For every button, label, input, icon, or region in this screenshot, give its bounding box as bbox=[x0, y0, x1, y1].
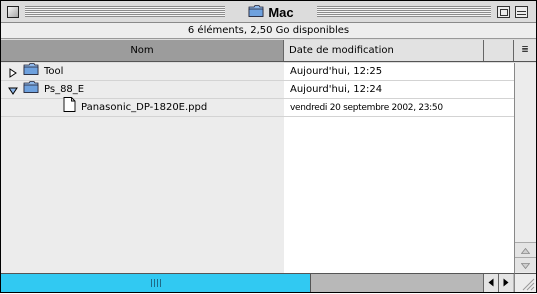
arrow-left-icon bbox=[488, 277, 494, 290]
sort-direction-button[interactable]: ≣ bbox=[514, 40, 536, 61]
scroll-right-button[interactable] bbox=[498, 274, 513, 292]
column-header-bar: Nom Date de modification ≣ bbox=[1, 40, 536, 62]
grip-icon bbox=[150, 279, 161, 287]
resize-grip[interactable] bbox=[514, 273, 536, 292]
column-header-name[interactable]: Nom bbox=[1, 40, 284, 61]
title-bar[interactable]: Mac bbox=[1, 1, 536, 23]
list-item[interactable]: Panasonic_DP-1820E.ppd vendredi 20 septe… bbox=[1, 97, 514, 119]
list-item-name: Panasonic_DP-1820E.ppd bbox=[81, 102, 208, 113]
list-item-name-cell: Tool bbox=[8, 62, 64, 81]
column-header-extra[interactable] bbox=[484, 40, 514, 61]
column-header-date[interactable]: Date de modification bbox=[284, 40, 484, 61]
finder-window: Mac 6 éléments, 2,50 Go disponibles Nom … bbox=[0, 0, 537, 293]
triangle-right-icon[interactable] bbox=[8, 67, 18, 78]
folder-icon bbox=[23, 80, 39, 101]
vertical-scrollbar[interactable] bbox=[514, 63, 536, 273]
arrow-up-icon bbox=[520, 244, 531, 257]
list-item-date: Aujourd'hui, 12:25 bbox=[290, 66, 383, 77]
document-icon bbox=[63, 97, 76, 119]
window-title: Mac bbox=[268, 4, 294, 20]
arrow-right-icon bbox=[503, 277, 509, 290]
zoom-box-button[interactable] bbox=[497, 6, 510, 18]
list-item-name-cell: Panasonic_DP-1820E.ppd bbox=[63, 97, 208, 119]
arrow-down-icon bbox=[520, 259, 531, 272]
folder-icon bbox=[248, 4, 264, 21]
horizontal-scrollbar[interactable] bbox=[1, 273, 514, 292]
list-item-name: Tool bbox=[44, 66, 64, 77]
triangle-down-icon[interactable] bbox=[8, 85, 18, 95]
horizontal-scroll-thumb[interactable] bbox=[1, 274, 311, 292]
resize-grip-icon bbox=[515, 278, 535, 294]
list-item[interactable]: Tool Aujourd'hui, 12:25 bbox=[1, 62, 514, 81]
file-list: Tool Aujourd'hui, 12:25 Ps_88_E Aujourd'… bbox=[1, 62, 514, 273]
title-bar-stripes bbox=[25, 6, 225, 17]
scroll-down-button[interactable] bbox=[515, 257, 536, 272]
window-title-group: Mac bbox=[225, 3, 317, 21]
scroll-left-button[interactable] bbox=[483, 274, 498, 292]
list-item-date: vendredi 20 septembre 2002, 23:50 bbox=[290, 103, 443, 113]
disk-info-text: 6 éléments, 2,50 Go disponibles bbox=[187, 25, 350, 36]
scroll-up-button[interactable] bbox=[515, 242, 536, 257]
list-item-date: Aujourd'hui, 12:24 bbox=[290, 84, 383, 95]
close-box-button[interactable] bbox=[7, 6, 19, 18]
list-item[interactable]: Ps_88_E Aujourd'hui, 12:24 bbox=[1, 80, 514, 101]
collapse-box-button[interactable] bbox=[515, 6, 528, 18]
title-bar-stripes bbox=[317, 6, 491, 17]
info-bar: 6 éléments, 2,50 Go disponibles bbox=[1, 23, 536, 39]
